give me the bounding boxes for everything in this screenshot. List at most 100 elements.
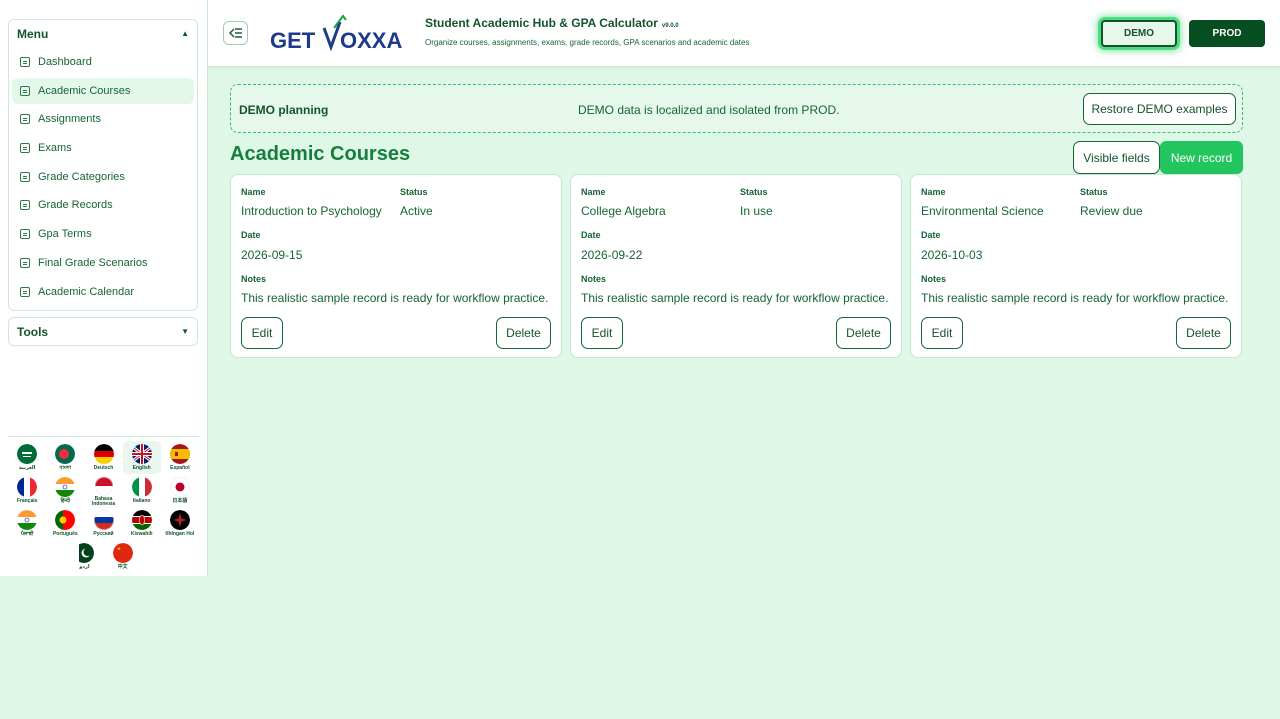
- banner-title: DEMO planning: [239, 103, 329, 117]
- field-label-status: Status: [1080, 187, 1108, 197]
- sidebar-item-label: Grade Categories: [38, 170, 125, 183]
- language-option[interactable]: tlhIngan Hol: [161, 507, 199, 540]
- language-option[interactable]: Italiano: [123, 474, 161, 507]
- language-option[interactable]: Français: [8, 474, 46, 507]
- language-option[interactable]: Bahasa Indonesia: [84, 474, 122, 507]
- language-selector: العربية বাংলা Deutsch English Español Françai…: [8, 436, 199, 573]
- language-name: tlhIngan Hol: [165, 531, 195, 537]
- edit-button[interactable]: Edit: [921, 317, 963, 349]
- sa-flag-icon: [17, 444, 38, 464]
- app-version: v9.0.0: [661, 23, 679, 29]
- menu-title: Menu: [17, 26, 49, 41]
- list-icon: [20, 114, 30, 125]
- record-card: Name Status Introduction to Psychology Acti…: [230, 174, 562, 358]
- banner-text: DEMO data is localized and isolated from…: [578, 103, 840, 117]
- sidebar-item-label: Gpa Terms: [38, 228, 92, 241]
- menu-panel: Menu ▲ Dashboard Academic Courses Assignme…: [8, 19, 198, 312]
- language-option[interactable]: Kiswahili: [123, 507, 161, 540]
- language-name: اردو: [79, 564, 90, 570]
- language-name: Русский: [93, 531, 114, 537]
- language-option[interactable]: Português: [46, 507, 84, 540]
- logo-text-left: GET: [270, 28, 316, 53]
- sidebar-item-label: Dashboard: [38, 56, 92, 68]
- language-option[interactable]: Español: [161, 441, 199, 474]
- app-subtitle: Organize courses, assignments, exams, gr…: [425, 38, 750, 47]
- fr-flag-icon: [17, 477, 38, 497]
- field-label-date: Date: [581, 230, 601, 240]
- pt-flag-icon: [55, 510, 76, 530]
- language-name: Français: [16, 498, 38, 504]
- sidebar-item-gpa-terms[interactable]: Gpa Terms: [12, 221, 194, 247]
- sidebar-item-dashboard[interactable]: Dashboard: [12, 49, 194, 75]
- field-label-status: Status: [740, 187, 768, 197]
- language-name: 中文: [117, 564, 128, 570]
- field-label-name: Name: [241, 187, 266, 197]
- language-name: 日本語: [172, 498, 188, 504]
- field-label-name: Name: [921, 187, 946, 197]
- restore-demo-button[interactable]: Restore DEMO examples: [1083, 93, 1236, 125]
- record-name: Environmental Science: [921, 204, 1044, 218]
- cn-flag-icon: [112, 543, 133, 563]
- new-record-button[interactable]: New record: [1160, 141, 1243, 174]
- record-name: Introduction to Psychology: [241, 204, 382, 218]
- language-option[interactable]: العربية: [8, 441, 46, 474]
- language-option[interactable]: 日本語: [161, 474, 199, 507]
- language-name: Deutsch: [93, 465, 114, 471]
- record-date: 2026-10-03: [921, 248, 983, 262]
- list-icon: [20, 171, 30, 182]
- bd-flag-icon: [55, 444, 76, 464]
- sidebar-item-academic-calendar[interactable]: Academic Calendar: [12, 279, 194, 305]
- collapse-menu-icon: [228, 28, 242, 38]
- delete-button[interactable]: Delete: [496, 317, 551, 349]
- chevron-up-icon[interactable]: ▲: [181, 29, 189, 38]
- demo-env-button[interactable]: DEMO: [1101, 20, 1177, 47]
- chevron-down-icon[interactable]: ▼: [181, 327, 189, 336]
- list-icon: [20, 257, 30, 268]
- app-title: Student Academic Hub & GPA Calculator v9.…: [425, 16, 679, 30]
- delete-button[interactable]: Delete: [836, 317, 891, 349]
- language-option[interactable]: ਪੰਜਾਬੀ: [8, 507, 46, 540]
- language-option[interactable]: اردو: [65, 540, 103, 573]
- menu-header[interactable]: Menu ▲: [9, 20, 197, 47]
- delete-button[interactable]: Delete: [1176, 317, 1231, 349]
- sidebar-item-final-grade-scenarios[interactable]: Final Grade Scenarios: [12, 250, 194, 276]
- sidebar-item-label: Exams: [38, 142, 72, 155]
- sidebar-item-grade-categories[interactable]: Grade Categories: [12, 164, 194, 190]
- language-option[interactable]: हिन्दी: [46, 474, 84, 507]
- language-option[interactable]: বাংলা: [46, 441, 84, 474]
- sidebar-item-exams[interactable]: Exams: [12, 135, 194, 161]
- language-option[interactable]: English: [122, 441, 161, 474]
- prod-env-button[interactable]: PROD: [1189, 20, 1265, 47]
- sidebar-item-grade-records[interactable]: Grade Records: [12, 192, 194, 218]
- sidebar-toggle-button[interactable]: [223, 21, 248, 45]
- edit-button[interactable]: Edit: [241, 317, 283, 349]
- visible-fields-button[interactable]: Visible fields: [1073, 141, 1160, 174]
- language-grid: العربية বাংলা Deutsch English Español Françai…: [8, 441, 199, 573]
- list-icon: [20, 229, 30, 240]
- jp-flag-icon: [170, 477, 190, 497]
- language-option[interactable]: 中文: [104, 540, 142, 573]
- pk-flag-icon: [74, 543, 95, 563]
- record-notes: This realistic sample record is ready fo…: [921, 291, 1229, 305]
- field-label-status: Status: [400, 187, 428, 197]
- menu-list: Dashboard Academic Courses Assignments Exam…: [9, 47, 197, 310]
- language-name: বাংলা: [59, 465, 72, 471]
- list-icon: [20, 200, 30, 211]
- language-name: Português: [52, 531, 78, 537]
- language-option[interactable]: Deutsch: [84, 441, 122, 474]
- record-status: Review due: [1080, 204, 1143, 218]
- record-name: College Algebra: [581, 204, 666, 218]
- id-flag-icon: [94, 477, 113, 495]
- field-label-date: Date: [921, 230, 941, 240]
- sidebar-item-label: Final Grade Scenarios: [38, 256, 148, 269]
- sidebar-item-assignments[interactable]: Assignments: [12, 106, 194, 132]
- edit-button[interactable]: Edit: [581, 317, 623, 349]
- logo-text-right: OXXA: [340, 28, 402, 53]
- tools-panel: Tools ▼: [8, 317, 198, 347]
- record-status: Active: [400, 204, 433, 218]
- sidebar-item-academic-courses[interactable]: Academic Courses: [12, 77, 194, 104]
- field-label-notes: Notes: [241, 274, 267, 284]
- tools-header[interactable]: Tools ▼: [9, 318, 197, 345]
- language-option[interactable]: Русский: [84, 507, 122, 540]
- in-flag-icon: [55, 477, 76, 497]
